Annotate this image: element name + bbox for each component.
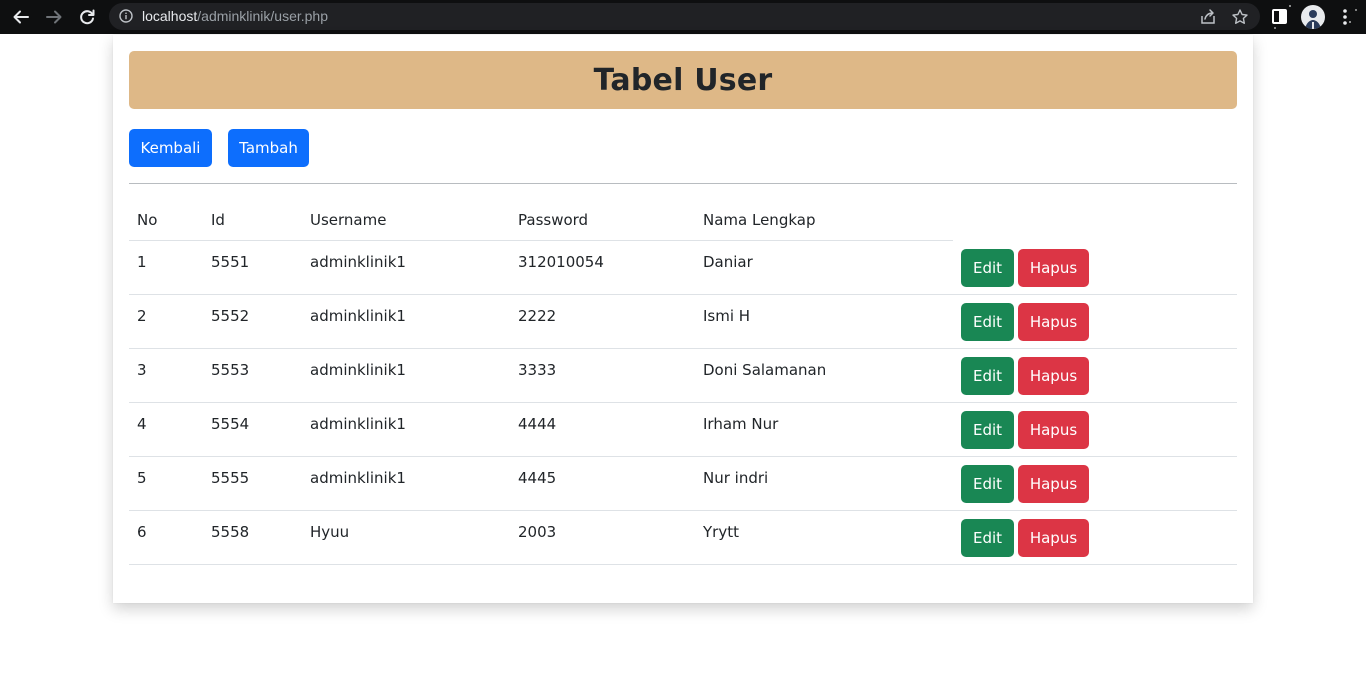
url-text: localhost/adminklinik/user.php: [142, 3, 328, 30]
avatar[interactable]: [1301, 5, 1325, 29]
cell-nama-lengkap: Doni Salamanan: [695, 348, 953, 403]
column-header-actions: [953, 200, 1237, 241]
cell-no: 1: [129, 240, 203, 295]
delete-button[interactable]: Hapus: [1018, 303, 1089, 341]
user-table: No Id Username Password Nama Lengkap 1 5…: [129, 200, 1237, 565]
cell-password: 2003: [510, 510, 695, 565]
cell-nama-lengkap: Irham Nur: [695, 402, 953, 457]
cell-actions: Edit Hapus: [953, 348, 1237, 403]
cell-no: 3: [129, 348, 203, 403]
edit-button[interactable]: Edit: [961, 411, 1014, 449]
column-header-id: Id: [203, 200, 302, 241]
table-header-row: No Id Username Password Nama Lengkap: [129, 200, 1237, 241]
sidebar-icon[interactable]: [1271, 8, 1289, 26]
cell-nama-lengkap: Yrytt: [695, 510, 953, 565]
url-path: /adminklinik/user.php: [197, 8, 329, 24]
cell-username: adminklinik1: [302, 402, 510, 457]
column-header-password: Password: [510, 200, 695, 241]
edit-button[interactable]: Edit: [961, 465, 1014, 503]
cell-no: 2: [129, 294, 203, 349]
cell-username: adminklinik1: [302, 456, 510, 511]
cell-password: 312010054: [510, 240, 695, 295]
table-row: 1 5551 adminklinik1 312010054 Daniar Edi…: [129, 240, 1237, 295]
cell-password: 3333: [510, 348, 695, 403]
delete-button[interactable]: Hapus: [1018, 357, 1089, 395]
edit-button[interactable]: Edit: [961, 357, 1014, 395]
cell-nama-lengkap: Daniar: [695, 240, 953, 295]
arrow-right-icon[interactable]: [42, 5, 66, 29]
delete-button[interactable]: Hapus: [1018, 519, 1089, 557]
cell-password: 4444: [510, 402, 695, 457]
star-icon[interactable]: [1231, 8, 1249, 26]
cell-no: 4: [129, 402, 203, 457]
cell-no: 5: [129, 456, 203, 511]
content-card: Tabel User Kembali Tambah No Id Username…: [113, 35, 1253, 603]
divider: [129, 183, 1237, 184]
title-banner: Tabel User: [129, 51, 1237, 109]
cell-no: 6: [129, 510, 203, 565]
url-host: localhost: [142, 8, 198, 24]
arrow-left-icon[interactable]: [9, 5, 33, 29]
cell-nama-lengkap: Ismi H: [695, 294, 953, 349]
cell-password: 4445: [510, 456, 695, 511]
cell-nama-lengkap: Nur indri: [695, 456, 953, 511]
browser-toolbar: localhost/adminklinik/user.php: [0, 0, 1366, 34]
edit-button[interactable]: Edit: [961, 303, 1014, 341]
cell-id: 5555: [203, 456, 302, 511]
delete-button[interactable]: Hapus: [1018, 465, 1089, 503]
column-header-nama-lengkap: Nama Lengkap: [695, 200, 953, 241]
share-icon[interactable]: [1199, 8, 1217, 26]
column-header-username: Username: [302, 200, 510, 241]
cell-actions: Edit Hapus: [953, 510, 1237, 565]
cell-id: 5552: [203, 294, 302, 349]
cell-id: 5554: [203, 402, 302, 457]
table-row: 6 5558 Hyuu 2003 Yrytt Edit Hapus: [129, 510, 1237, 565]
delete-button[interactable]: Hapus: [1018, 411, 1089, 449]
table-row: 5 5555 adminklinik1 4445 Nur indri Edit …: [129, 456, 1237, 511]
info-icon[interactable]: [119, 9, 133, 23]
cell-password: 2222: [510, 294, 695, 349]
back-button[interactable]: Kembali: [129, 129, 212, 167]
cell-username: adminklinik1: [302, 348, 510, 403]
address-bar[interactable]: localhost/adminklinik/user.php: [109, 3, 1260, 30]
column-header-no: No: [129, 200, 203, 241]
cell-id: 5553: [203, 348, 302, 403]
reload-icon[interactable]: [75, 5, 99, 29]
cell-username: Hyuu: [302, 510, 510, 565]
cell-actions: Edit Hapus: [953, 240, 1237, 295]
page-title: Tabel User: [593, 62, 773, 98]
cell-username: adminklinik1: [302, 294, 510, 349]
delete-button[interactable]: Hapus: [1018, 248, 1089, 287]
table-row: 4 5554 adminklinik1 4444 Irham Nur Edit …: [129, 402, 1237, 457]
table-row: 2 5552 adminklinik1 2222 Ismi H Edit Hap…: [129, 294, 1237, 349]
cell-id: 5558: [203, 510, 302, 565]
cell-username: adminklinik1: [302, 240, 510, 295]
add-button[interactable]: Tambah: [228, 129, 309, 167]
kebab-menu-icon[interactable]: [1338, 7, 1352, 27]
edit-button[interactable]: Edit: [961, 519, 1014, 557]
table-row: 3 5553 adminklinik1 3333 Doni Salamanan …: [129, 348, 1237, 403]
edit-button[interactable]: Edit: [961, 248, 1014, 287]
cell-actions: Edit Hapus: [953, 294, 1237, 349]
cell-id: 5551: [203, 240, 302, 295]
cell-actions: Edit Hapus: [953, 402, 1237, 457]
cell-actions: Edit Hapus: [953, 456, 1237, 511]
